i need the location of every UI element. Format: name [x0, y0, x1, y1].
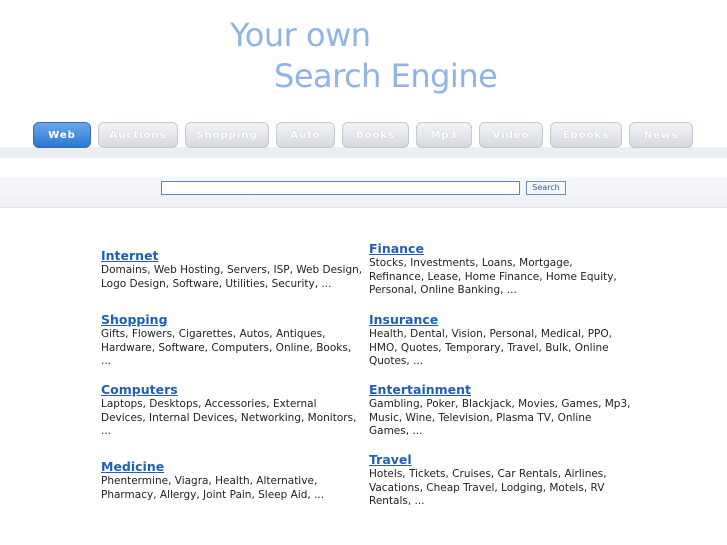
- category-link-internet[interactable]: Internet: [101, 248, 363, 263]
- tab-auto[interactable]: Auto: [276, 122, 335, 148]
- category-link-computers[interactable]: Computers: [101, 382, 363, 397]
- search-input[interactable]: [161, 181, 520, 195]
- category-link-entertainment[interactable]: Entertainment: [369, 382, 631, 397]
- category-finance: Finance Stocks, Investments, Loans, Mort…: [369, 241, 631, 298]
- category-internet: Internet Domains, Web Hosting, Servers, …: [101, 248, 363, 291]
- tab-video[interactable]: Video: [479, 122, 543, 148]
- category-description: Health, Dental, Vision, Personal, Medica…: [369, 328, 612, 367]
- tab-auctions[interactable]: Auctions: [98, 122, 178, 148]
- tab-books[interactable]: Books: [342, 122, 409, 148]
- category-link-finance[interactable]: Finance: [369, 241, 631, 256]
- category-computers: Computers Laptops, Desktops, Accessories…: [101, 382, 363, 439]
- tab-mp3[interactable]: Mp3: [416, 122, 472, 148]
- category-insurance: Insurance Health, Dental, Vision, Person…: [369, 312, 631, 369]
- category-link-shopping[interactable]: Shopping: [101, 312, 363, 327]
- category-link-medicine[interactable]: Medicine: [101, 459, 363, 474]
- category-link-travel[interactable]: Travel: [369, 452, 631, 467]
- category-description: Gifts, Flowers, Cigarettes, Autos, Antiq…: [101, 328, 352, 367]
- tab-shopping[interactable]: Shopping: [185, 122, 269, 148]
- logo-title-line1: Your own: [230, 16, 371, 54]
- category-description: Phentermine, Viagra, Health, Alternative…: [101, 475, 325, 501]
- category-travel: Travel Hotels, Tickets, Cruises, Car Ren…: [369, 452, 631, 509]
- tab-ebooks[interactable]: Ebooks: [550, 122, 622, 148]
- category-medicine: Medicine Phentermine, Viagra, Health, Al…: [101, 459, 363, 502]
- category-tabs: Web Auctions Shopping Auto Books Mp3 Vid…: [0, 122, 727, 150]
- search-button[interactable]: Search: [526, 181, 566, 195]
- category-link-insurance[interactable]: Insurance: [369, 312, 631, 327]
- category-description: Stocks, Investments, Loans, Mortgage, Re…: [369, 257, 617, 296]
- page: Your own Search Engine Web Auctions Shop…: [0, 0, 727, 545]
- tab-web[interactable]: Web: [33, 122, 91, 148]
- category-description: Gambling, Poker, Blackjack, Movies, Game…: [369, 398, 631, 437]
- category-entertainment: Entertainment Gambling, Poker, Blackjack…: [369, 382, 631, 439]
- category-description: Laptops, Desktops, Accessories, External…: [101, 398, 357, 437]
- logo-title-line2: Search Engine: [274, 57, 498, 95]
- tab-news[interactable]: News: [629, 122, 693, 148]
- category-description: Hotels, Tickets, Cruises, Car Rentals, A…: [369, 468, 607, 507]
- category-description: Domains, Web Hosting, Servers, ISP, Web …: [101, 264, 363, 290]
- category-shopping: Shopping Gifts, Flowers, Cigarettes, Aut…: [101, 312, 363, 369]
